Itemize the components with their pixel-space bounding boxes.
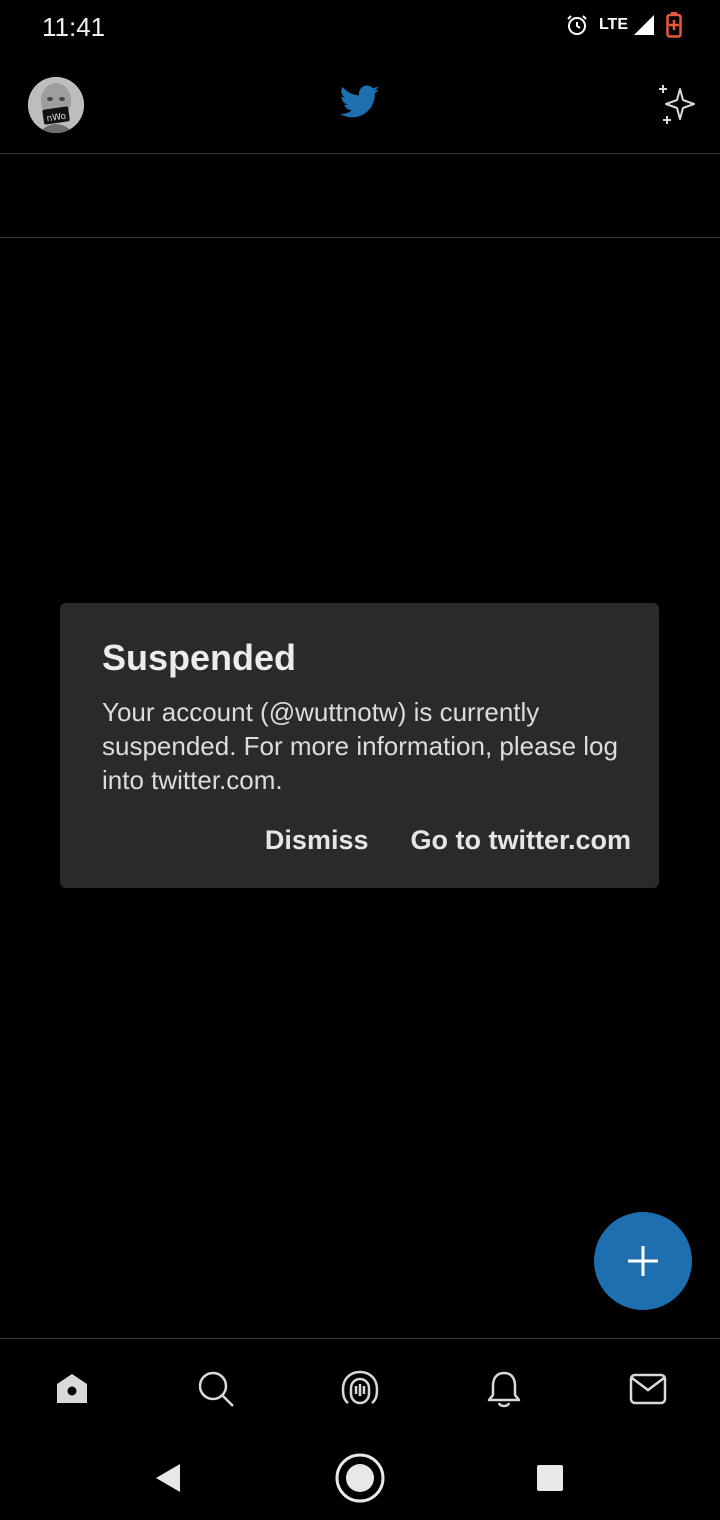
suspended-dialog: Suspended Your account (@wuttnotw) is cu… <box>60 603 659 888</box>
system-back-button[interactable] <box>150 1458 186 1498</box>
signal-icon <box>634 15 654 35</box>
home-icon <box>57 1374 87 1403</box>
plus-icon <box>628 1246 658 1276</box>
sparkle-icon[interactable] <box>656 83 698 125</box>
home-circle-icon <box>335 1453 385 1503</box>
timeline-subheader <box>0 154 720 238</box>
dialog-message: Your account (@wuttnotw) is currently su… <box>102 697 618 795</box>
go-to-twitter-button[interactable]: Go to twitter.com <box>410 825 631 856</box>
back-icon <box>156 1464 180 1492</box>
notifications-icon <box>487 1371 521 1408</box>
nav-notifications[interactable] <box>482 1367 526 1411</box>
avatar[interactable]: nWo <box>28 77 84 133</box>
dismiss-button[interactable]: Dismiss <box>265 825 369 856</box>
bottom-nav <box>0 1338 720 1437</box>
status-time: 11:41 <box>42 12 106 42</box>
nav-spaces[interactable] <box>338 1367 382 1411</box>
spaces-icon <box>341 1370 379 1405</box>
system-recents-button[interactable] <box>536 1464 564 1492</box>
app-header: nWo <box>0 56 720 154</box>
messages-icon <box>629 1373 667 1405</box>
nav-search[interactable] <box>194 1367 238 1411</box>
system-nav <box>0 1436 720 1520</box>
dialog-actions: Dismiss Go to twitter.com <box>265 825 631 856</box>
twitter-bird-icon[interactable] <box>340 85 380 119</box>
nav-messages[interactable] <box>626 1367 670 1411</box>
recents-icon <box>537 1465 563 1491</box>
nav-home[interactable] <box>50 1367 94 1411</box>
dialog-title: Suspended <box>102 637 297 678</box>
battery-icon <box>666 12 682 38</box>
status-bar: 11:41 LTE <box>0 0 720 56</box>
network-type-label: LTE <box>598 16 628 33</box>
compose-button[interactable] <box>594 1212 692 1310</box>
search-icon <box>198 1371 234 1407</box>
system-home-button[interactable] <box>334 1452 386 1504</box>
alarm-icon <box>567 15 587 35</box>
status-icons: LTE <box>565 12 682 38</box>
